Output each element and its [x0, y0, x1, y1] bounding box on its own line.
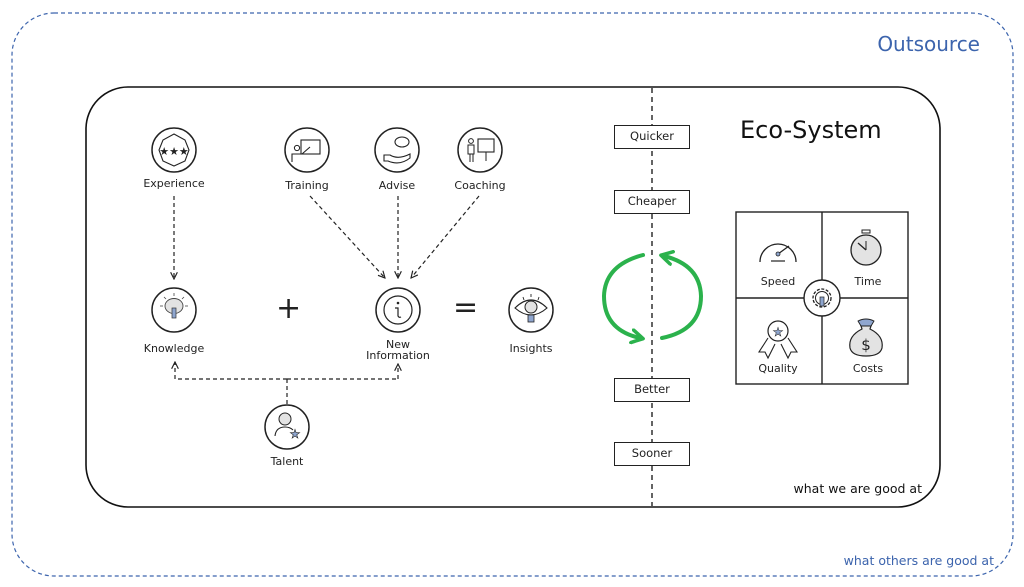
- benefit-sooner: Sooner: [614, 442, 690, 466]
- benefit-cheaper: Cheaper: [614, 190, 690, 214]
- advise-icon: [374, 127, 420, 173]
- ecosystem-title: Eco-System: [740, 116, 882, 144]
- benefit-quicker: Quicker: [614, 125, 690, 149]
- svg-text:★: ★: [773, 325, 784, 339]
- advise-label: Advise: [378, 179, 416, 192]
- knowledge-label: Knowledge: [143, 342, 205, 355]
- outsource-footer: what others are good at: [843, 553, 994, 568]
- cycle-arrow-right: [662, 256, 704, 340]
- plus-operator: +: [276, 291, 302, 326]
- arrow-training-newinfo: [309, 195, 385, 278]
- talent-label: Talent: [270, 455, 304, 468]
- new-information-icon: [375, 287, 421, 333]
- experience-label: Experience: [143, 177, 205, 190]
- outsource-title: Outsource: [877, 32, 980, 56]
- insights-label: Insights: [509, 342, 553, 355]
- equals-operator: =: [453, 290, 479, 325]
- talent-icon: ★: [264, 404, 310, 450]
- time-label: Time: [854, 275, 882, 288]
- cycle-arrow-left: [601, 253, 645, 338]
- gear-wrench-icon: [803, 279, 841, 317]
- speed-label: Speed: [760, 275, 796, 288]
- coaching-label: Coaching: [454, 179, 506, 192]
- ecosystem-footer: what we are good at: [793, 481, 922, 496]
- experience-icon: ★★★: [151, 127, 197, 173]
- costs-label: Costs: [852, 362, 884, 375]
- svg-text:$: $: [861, 336, 871, 354]
- training-label: Training: [285, 179, 329, 192]
- training-icon: [284, 127, 330, 173]
- insights-icon: [508, 287, 554, 333]
- quality-label: Quality: [758, 362, 798, 375]
- benefit-better: Better: [614, 378, 690, 402]
- svg-text:★: ★: [290, 427, 301, 441]
- knowledge-icon: [151, 287, 197, 333]
- new-information-label-line2: Information: [366, 349, 430, 362]
- arrow-coaching-newinfo: [411, 195, 480, 278]
- svg-text:★★★: ★★★: [159, 145, 189, 158]
- coaching-icon: [457, 127, 503, 173]
